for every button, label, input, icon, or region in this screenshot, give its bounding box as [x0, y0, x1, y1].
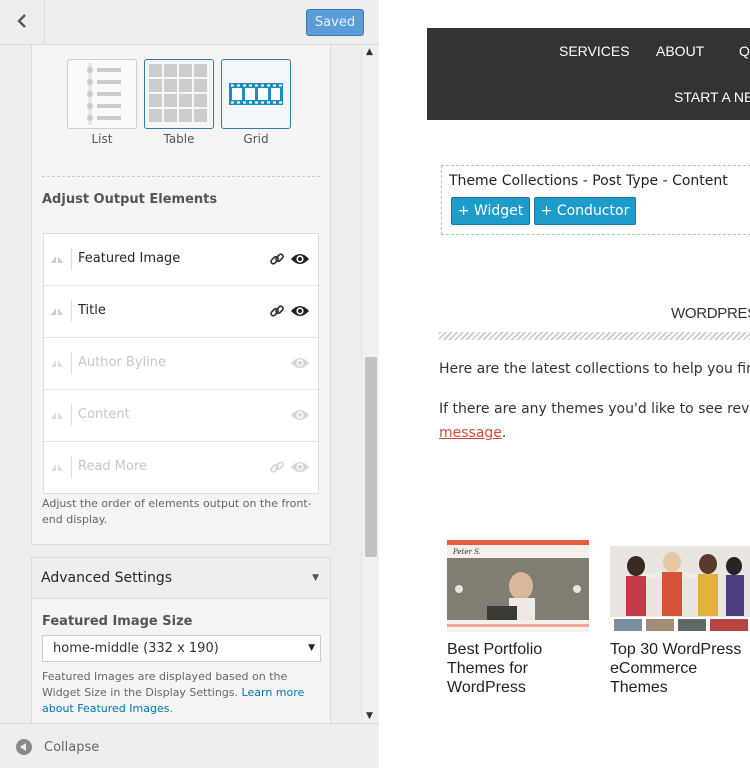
panel-header: Saved [0, 0, 379, 45]
request-paragraph: If there are any themes you'd like to se… [439, 401, 750, 417]
layout-option-table[interactable] [144, 59, 214, 129]
post-title[interactable]: Top 30 WordPress eCommerce Themes [610, 640, 741, 697]
eye-icon[interactable] [290, 408, 310, 422]
post-title-line: Top 30 WordPress [610, 641, 742, 658]
layout-label-table: Table [163, 132, 195, 146]
grid-layout-icon [229, 83, 283, 105]
advanced-settings-header[interactable]: Advanced Settings ▼ [31, 557, 331, 599]
link-icon[interactable] [269, 459, 285, 475]
output-element-label: Title [78, 303, 106, 318]
row-separator [71, 404, 72, 426]
row-separator [71, 456, 72, 478]
scroll-up-arrow-icon[interactable]: ▲ [366, 47, 373, 57]
adjust-output-title: Adjust Output Elements [42, 192, 218, 207]
layout-label-grid: Grid [243, 132, 269, 146]
adjust-output-help: Adjust the order of elements output on t… [42, 497, 312, 526]
advanced-settings-body: Featured Image Size home-middle (332 x 1… [31, 599, 331, 723]
output-elements-list: Featured Image Title Author Byline Conte… [43, 233, 319, 494]
sort-handle-icon[interactable] [50, 461, 70, 475]
link-icon[interactable] [269, 251, 285, 267]
post-thumbnail[interactable]: Peter S. [447, 540, 589, 632]
request-paragraph-end: message. [439, 425, 506, 441]
sort-handle-icon[interactable] [50, 357, 70, 371]
panel-footer: Collapse [0, 723, 379, 768]
widget-area-title: Theme Collections - Post Type - Content [449, 173, 728, 189]
customizer-panel: Saved List Table Grid Adjust Output Elem… [0, 0, 379, 768]
dropdown-arrow-icon: ▼ [308, 643, 315, 653]
layout-option-grid[interactable] [221, 59, 291, 129]
output-element-row[interactable]: Title [44, 286, 318, 338]
post-title[interactable]: Best Portfolio Themes for WordPress [447, 640, 542, 697]
back-button[interactable] [0, 0, 45, 45]
sort-handle-icon[interactable] [50, 253, 70, 267]
nav-item-services[interactable]: SERVICES [559, 43, 630, 59]
triangle-down-icon: ▼ [312, 573, 319, 583]
panel-scroll-area: List Table Grid Adjust Output Elements F… [0, 45, 361, 723]
row-separator [71, 248, 72, 270]
nav-item-about[interactable]: ABOUT [656, 43, 704, 59]
row-separator [71, 300, 72, 322]
post-title-line: Themes for [447, 660, 528, 677]
nav-item-truncated[interactable]: Q [739, 43, 750, 59]
output-element-label: Featured Image [78, 251, 181, 266]
heading-hatch-divider [439, 332, 750, 340]
scroll-down-arrow-icon[interactable]: ▼ [366, 711, 373, 721]
output-element-row[interactable]: Content [44, 390, 318, 442]
collapse-button[interactable]: Collapse [44, 740, 99, 755]
featured-image-size-value: home-middle (332 x 190) [53, 641, 219, 656]
row-separator [71, 352, 72, 374]
saved-button[interactable]: Saved [306, 9, 364, 36]
eye-icon[interactable] [290, 460, 310, 474]
output-element-row[interactable]: Featured Image [44, 234, 318, 286]
output-element-label: Author Byline [78, 355, 166, 370]
eye-icon[interactable] [290, 356, 310, 370]
output-section: List Table Grid Adjust Output Elements F… [31, 45, 331, 545]
list-layout-icon [87, 63, 121, 125]
featured-image-size-help: Featured Images are displayed based on t… [42, 669, 322, 717]
message-link[interactable]: message [439, 425, 502, 441]
output-element-row[interactable]: Read More [44, 442, 318, 493]
thumbnail-caption: Peter S. [452, 548, 481, 556]
add-conductor-button[interactable]: + Conductor [534, 197, 636, 225]
scrollbar-thumb[interactable] [365, 357, 377, 557]
sort-handle-icon[interactable] [50, 305, 70, 319]
section-heading: WORDPRESS [671, 305, 750, 322]
chevron-left-icon [16, 10, 28, 35]
output-element-label: Content [78, 407, 130, 422]
eye-icon[interactable] [290, 304, 310, 318]
section-divider [42, 176, 320, 177]
sort-handle-icon[interactable] [50, 409, 70, 423]
advanced-settings-title: Advanced Settings [41, 570, 173, 586]
link-icon[interactable] [269, 303, 285, 319]
post-thumbnail[interactable]: SHOP COLLECTION 2014 [610, 540, 750, 632]
nav-item-start[interactable]: START A NE [674, 89, 750, 105]
post-title-line: WordPress [447, 679, 526, 696]
widget-area: Theme Collections - Post Type - Content … [441, 165, 750, 235]
collapse-icon[interactable] [16, 739, 32, 755]
add-widget-button[interactable]: + Widget [451, 197, 530, 225]
eye-icon[interactable] [290, 252, 310, 266]
post-title-line: Best Portfolio [447, 641, 543, 658]
post-title-line: Themes [610, 679, 668, 696]
output-element-row[interactable]: Author Byline [44, 338, 318, 390]
layout-option-list[interactable] [67, 59, 137, 129]
site-preview: SERVICES ABOUT Q START A NE Theme Collec… [391, 0, 750, 768]
post-title-line: eCommerce [610, 660, 698, 677]
featured-image-size-select[interactable]: home-middle (332 x 190) ▼ [42, 635, 321, 662]
site-navigation: SERVICES ABOUT Q START A NE [427, 28, 750, 120]
output-element-label: Read More [78, 459, 148, 474]
panel-scrollbar[interactable]: ▲ ▼ [361, 45, 379, 723]
help-end: . [169, 702, 173, 715]
featured-image-size-label: Featured Image Size [42, 614, 193, 629]
period: . [501, 425, 507, 441]
intro-paragraph: Here are the latest collections to help … [439, 361, 750, 377]
layout-label-list: List [91, 132, 113, 146]
table-layout-icon [149, 64, 207, 122]
